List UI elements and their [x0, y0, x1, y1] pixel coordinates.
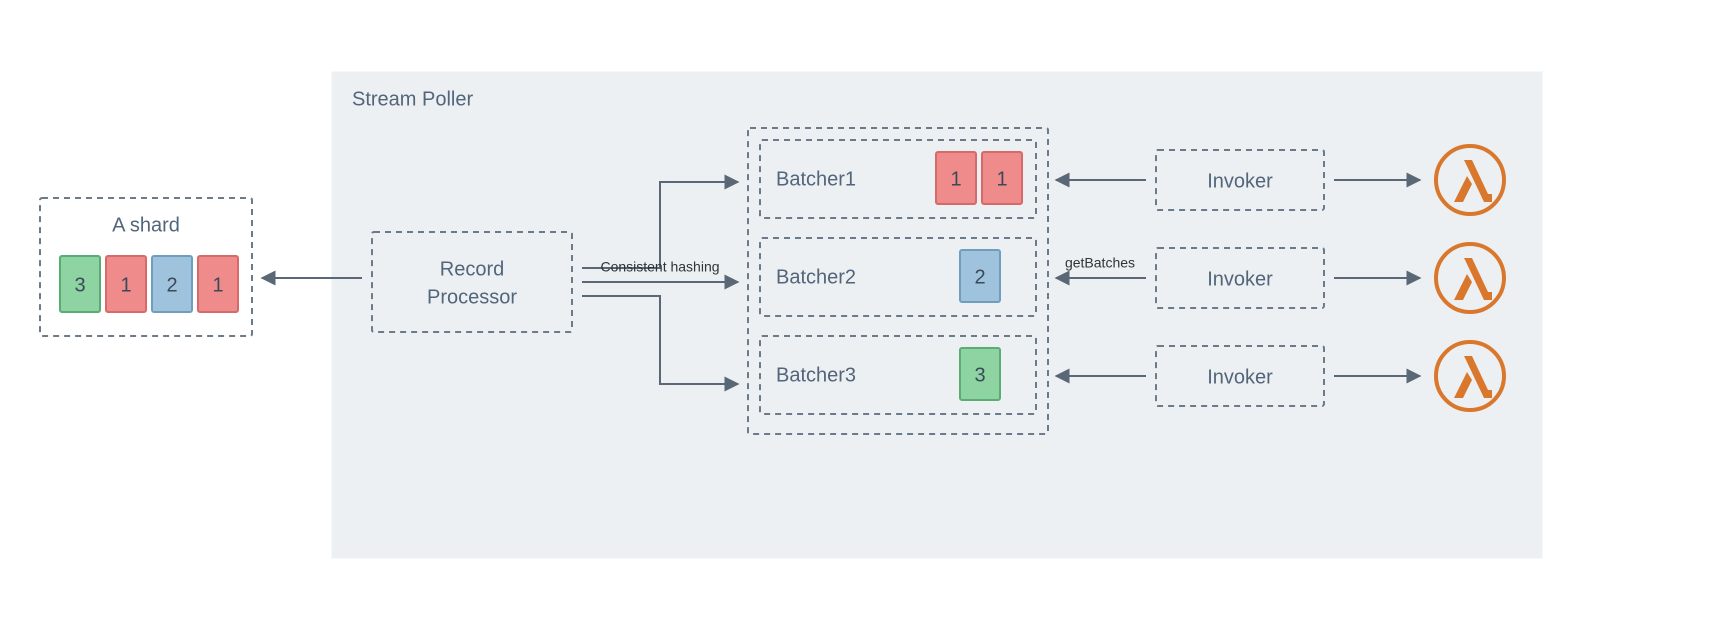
invoker-label: Invoker	[1207, 366, 1273, 388]
batcher-cell-value: 1	[996, 168, 1007, 190]
shard-cell-value: 1	[120, 274, 131, 296]
batcher-name: Batcher3	[776, 364, 856, 386]
shard-cell-value: 1	[212, 274, 223, 296]
shard-cell: 3	[60, 256, 100, 312]
shard-cell-value: 2	[166, 274, 177, 296]
shard-cell: 1	[106, 256, 146, 312]
batcher-cell-value: 3	[974, 364, 985, 386]
shard-cell: 2	[152, 256, 192, 312]
shard-box: A shard 3 1 2 1	[40, 198, 252, 336]
invoker-label: Invoker	[1207, 170, 1273, 192]
edge-label-getbatches: getBatches	[1065, 255, 1135, 271]
invoker-label: Invoker	[1207, 268, 1273, 290]
shard-cell: 1	[198, 256, 238, 312]
shard-cell-value: 3	[74, 274, 85, 296]
batcher-name: Batcher1	[776, 168, 856, 190]
stream-poller-panel	[332, 72, 1542, 558]
record-processor-line1: Record	[440, 258, 504, 280]
batcher-cell-value: 1	[950, 168, 961, 190]
batcher-name: Batcher2	[776, 266, 856, 288]
record-processor-line2: Processor	[427, 286, 517, 308]
stream-poller-title: Stream Poller	[352, 88, 473, 110]
batcher-cell-value: 2	[974, 266, 985, 288]
edge-label-consistent-hashing: Consistent hashing	[600, 259, 719, 275]
shard-title: A shard	[112, 214, 180, 236]
